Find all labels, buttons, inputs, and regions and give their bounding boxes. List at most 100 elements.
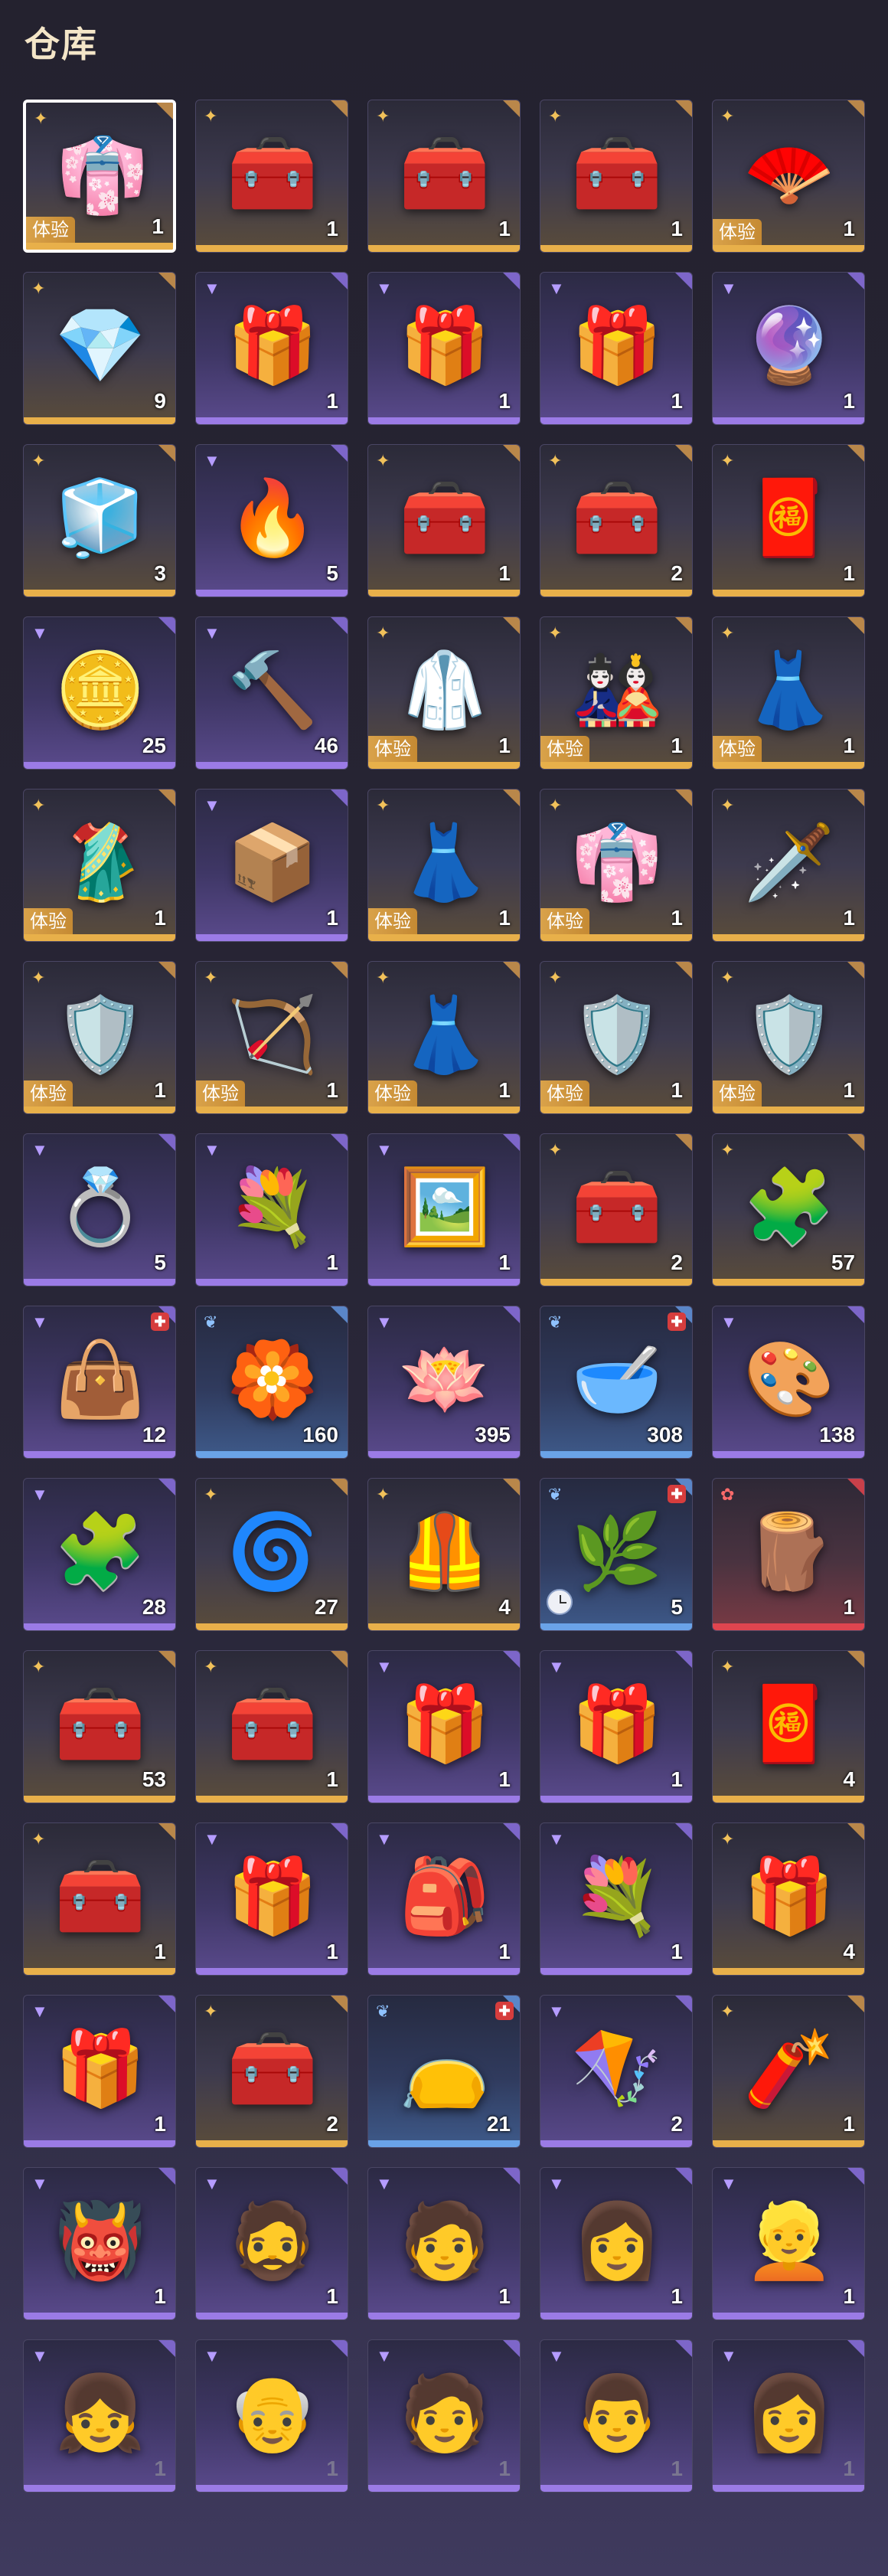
inventory-slot[interactable]: ▼ 👱 1: [712, 2167, 865, 2320]
inventory-slot[interactable]: ✦ 🧰 2: [540, 1133, 693, 1286]
inventory-slot[interactable]: ✦ 🛡️ 体验 1: [712, 961, 865, 1114]
inventory-slot[interactable]: ✦ 👗 体验 1: [367, 961, 521, 1114]
inventory-slot[interactable]: ▼ 👨 1: [540, 2339, 693, 2493]
rarity-bar: [713, 1623, 864, 1630]
item-quantity: 1: [843, 1595, 855, 1619]
inventory-slot[interactable]: ✦ 🧰 1: [195, 1650, 348, 1803]
rarity-corner: [503, 2340, 520, 2357]
inventory-slot[interactable]: ✦ 🧰 1: [367, 100, 521, 253]
rarity-corner: [847, 1306, 864, 1323]
inventory-slot[interactable]: ✦ 🏹 体验 1: [195, 961, 348, 1114]
jewel-box-icon: 💍: [54, 1166, 146, 1248]
item-quantity: 308: [647, 1423, 683, 1447]
inventory-slot[interactable]: ✦ 🧰 2: [195, 1995, 348, 2148]
inventory-slot[interactable]: ▼ 🎁 1: [540, 1650, 693, 1803]
item-quantity: 395: [475, 1423, 511, 1447]
inventory-slot[interactable]: ❦ 🏵️ 160: [195, 1306, 348, 1459]
inventory-slot[interactable]: ▼ 🧑 1: [367, 2167, 521, 2320]
inventory-slot[interactable]: ✦ 🎁 4: [712, 1822, 865, 1976]
inventory-slot[interactable]: ▼ 🎁 1: [23, 1995, 176, 2148]
inventory-slot[interactable]: ✦ 🥻 体验 1: [23, 789, 176, 942]
inventory-slot[interactable]: ▼ 🔨 46: [195, 616, 348, 770]
rarity-bar: [24, 417, 175, 424]
inventory-slot[interactable]: ✦ 🦺 4: [367, 1478, 521, 1631]
inventory-slot[interactable]: ✦ 🧊 3: [23, 444, 176, 597]
gold-rarity-icon: ✦: [204, 1485, 218, 1504]
inventory-slot[interactable]: ✿ 🪵 1: [712, 1478, 865, 1631]
inventory-slot[interactable]: ▼ 🎁 1: [195, 1822, 348, 1976]
inventory-slot[interactable]: ✦ 👘 体验 1: [23, 100, 176, 253]
rarity-bar: [24, 1968, 175, 1975]
inventory-slot[interactable]: ▼ 🧑 1: [367, 2339, 521, 2493]
inventory-slot[interactable]: ✦ 💎 9: [23, 272, 176, 425]
inventory-slot[interactable]: ✦ 🧰 1: [195, 100, 348, 253]
inventory-slot[interactable]: ▼ 🎁 1: [540, 272, 693, 425]
inventory-slot[interactable]: ▼ 🪷 395: [367, 1306, 521, 1459]
inventory-slot[interactable]: ✦ 🧧 4: [712, 1650, 865, 1803]
inventory-slot[interactable]: ▼ 👴 1: [195, 2339, 348, 2493]
inventory-slot[interactable]: ▼ 🎁 1: [367, 272, 521, 425]
inventory-slot[interactable]: ✦ 🛡️ 体验 1: [23, 961, 176, 1114]
item-quantity: 1: [671, 217, 683, 240]
inventory-slot[interactable]: ✦ 🛡️ 体验 1: [540, 961, 693, 1114]
inventory-slot[interactable]: ▼ 💐 1: [540, 1822, 693, 1976]
inventory-slot[interactable]: ✦ 🧰 1: [23, 1822, 176, 1976]
inventory-slot[interactable]: ✦ 🧩 57: [712, 1133, 865, 1286]
rarity-corner: [847, 2168, 864, 2185]
inventory-slot[interactable]: ✦ 🧰 53: [23, 1650, 176, 1803]
inventory-slot[interactable]: ✦ 🥼 体验 1: [367, 616, 521, 770]
item-quantity: 1: [843, 2284, 855, 2308]
gold-rarity-icon: ✦: [31, 279, 46, 298]
rarity-bar: [540, 2140, 692, 2147]
inventory-slot[interactable]: ▼ 🔮 1: [712, 272, 865, 425]
inventory-slot[interactable]: ▼ ✚ 👜 12: [23, 1306, 176, 1459]
inventory-slot[interactable]: ✦ 🪭 体验 1: [712, 100, 865, 253]
mystery-bag-icon: 🎒: [399, 1855, 491, 1937]
inventory-slot[interactable]: ✦ 🧧 1: [712, 444, 865, 597]
inventory-slot[interactable]: ▼ 👩 1: [540, 2167, 693, 2320]
lotus-dish-icon: 🪷: [399, 1339, 491, 1420]
item-quantity: 1: [326, 1078, 338, 1102]
inventory-slot[interactable]: ✦ 🧰 1: [367, 444, 521, 597]
inventory-slot[interactable]: ✦ 👘 体验 1: [540, 789, 693, 942]
item-quantity: 57: [831, 1250, 855, 1274]
inventory-slot[interactable]: ▼ 🖼️ 1: [367, 1133, 521, 1286]
item-quantity: 160: [302, 1423, 338, 1447]
inventory-slot[interactable]: ▼ 💍 5: [23, 1133, 176, 1286]
rarity-corner: [158, 445, 175, 462]
inventory-slot[interactable]: ✦ 🎎 体验 1: [540, 616, 693, 770]
inventory-slot[interactable]: ▼ 🪙 25: [23, 616, 176, 770]
rarity-corner: [503, 273, 520, 289]
inventory-slot[interactable]: ▼ 🎨 138: [712, 1306, 865, 1459]
purple-rarity-icon: ▼: [720, 2174, 737, 2193]
inventory-slot[interactable]: ▼ 🧔 1: [195, 2167, 348, 2320]
inventory-slot[interactable]: ▼ 🎒 1: [367, 1822, 521, 1976]
rarity-corner: [331, 617, 348, 634]
inventory-slot[interactable]: ✦ 🧨 1: [712, 1995, 865, 2148]
inventory-slot[interactable]: ▼ 🔥 5: [195, 444, 348, 597]
kite-icon: 🪁: [571, 2028, 663, 2110]
inventory-slot[interactable]: ✦ 🧰 2: [540, 444, 693, 597]
inventory-slot[interactable]: ❦ ✚ 🥣 308: [540, 1306, 693, 1459]
inventory-slot[interactable]: ❦ ✚ 🌿 5: [540, 1478, 693, 1631]
inventory-slot[interactable]: ✦ 👗 体验 1: [712, 616, 865, 770]
inventory-slot[interactable]: ▼ 👩 1: [712, 2339, 865, 2493]
inventory-slot[interactable]: ▼ 🪁 2: [540, 1995, 693, 2148]
gold-rarity-icon: ✦: [376, 796, 390, 815]
inventory-slot[interactable]: ❦ ✚ 👝 21: [367, 1995, 521, 2148]
rarity-bar: [713, 417, 864, 424]
inventory-slot[interactable]: ✦ 🌀 27: [195, 1478, 348, 1631]
inventory-slot[interactable]: ✦ 👗 体验 1: [367, 789, 521, 942]
portrait-scroll-icon: 👩: [571, 2200, 663, 2282]
inventory-slot[interactable]: ✦ 🗡️ 1: [712, 789, 865, 942]
inventory-slot[interactable]: ▼ 🎁 1: [367, 1650, 521, 1803]
rarity-bar: [24, 1279, 175, 1286]
inventory-slot[interactable]: ▼ 📦 1: [195, 789, 348, 942]
inventory-slot[interactable]: ✦ 🧰 1: [540, 100, 693, 253]
inventory-slot[interactable]: ▼ 🎁 1: [195, 272, 348, 425]
inventory-slot[interactable]: ▼ 💐 1: [195, 1133, 348, 1286]
inventory-slot[interactable]: ▼ 👧 1: [23, 2339, 176, 2493]
feather-fan-icon: 🪭: [743, 132, 835, 214]
inventory-slot[interactable]: ▼ 🧩 28: [23, 1478, 176, 1631]
inventory-slot[interactable]: ▼ 👹 1: [23, 2167, 176, 2320]
